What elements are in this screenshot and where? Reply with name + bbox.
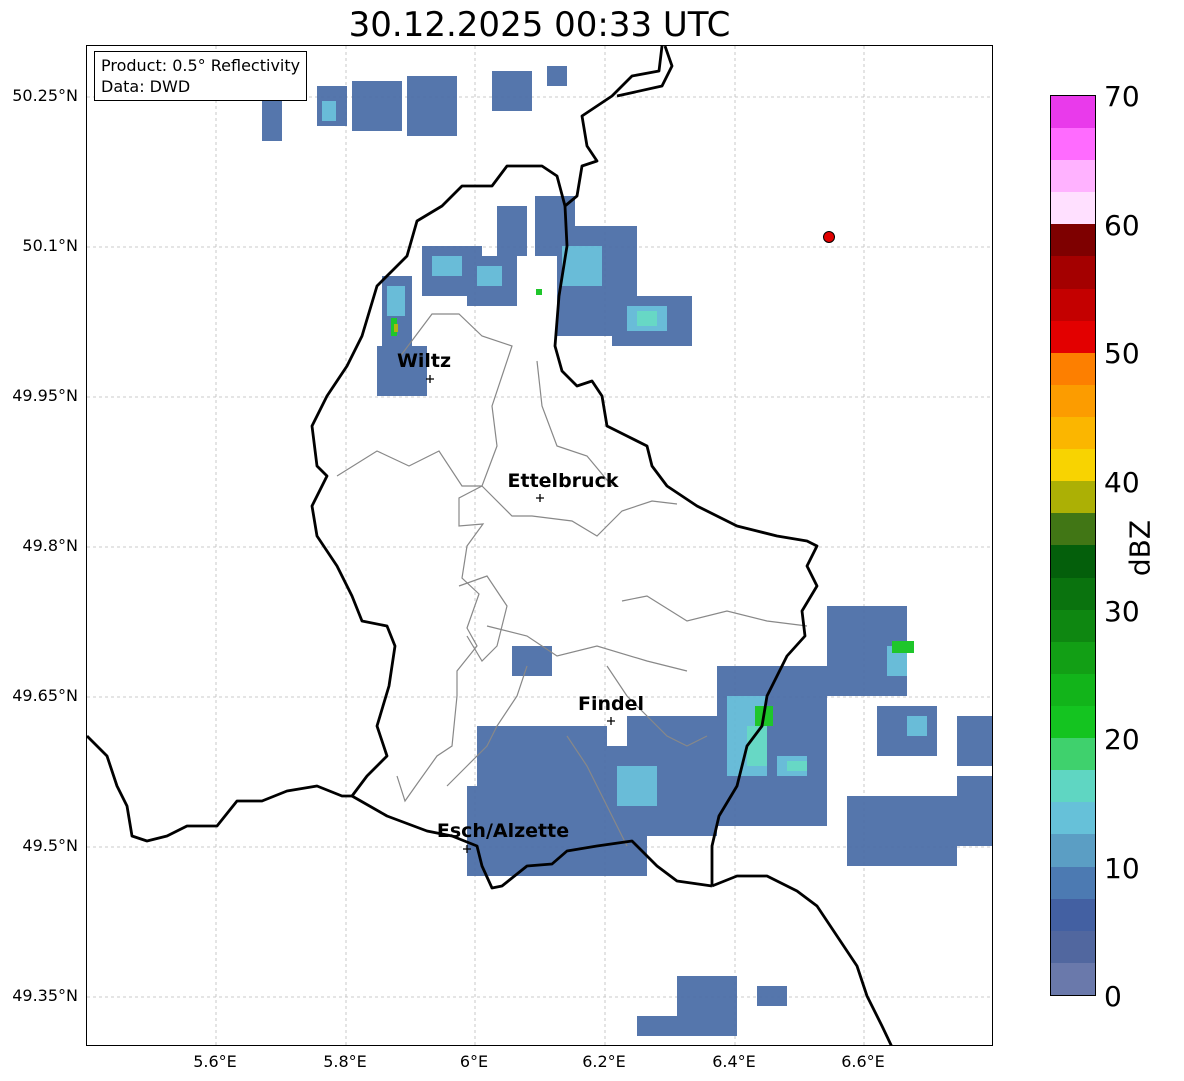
- colorbar-tick-70: 70: [1104, 80, 1140, 113]
- colorbar-segment-17: [1051, 417, 1095, 450]
- colorbar-segment-19: [1051, 352, 1095, 385]
- lat-label-2: 50.1°N: [22, 236, 78, 255]
- colorbar-segment-3: [1051, 866, 1095, 899]
- lat-label-1: 50.25°N: [12, 86, 78, 105]
- lat-label-4: 49.8°N: [22, 536, 78, 555]
- colorbar-unit-label: dBZ: [1123, 519, 1157, 577]
- city-label-wiltz: Wiltz: [396, 350, 452, 372]
- lat-label-7: 49.35°N: [12, 986, 78, 1005]
- lat-label-3: 49.95°N: [12, 386, 78, 405]
- lon-label-3: 6°E: [459, 1052, 489, 1071]
- colorbar-segment-15: [1051, 481, 1095, 514]
- colorbar-segment-13: [1051, 545, 1095, 578]
- colorbar-segment-14: [1051, 513, 1095, 546]
- colorbar-segment-26: [1051, 128, 1095, 161]
- colorbar-tick-40: 40: [1104, 466, 1140, 499]
- colorbar-segment-24: [1051, 192, 1095, 225]
- city-label-esch-alzette: Esch/Alzette: [436, 820, 570, 842]
- city-label-findel: Findel: [577, 693, 645, 715]
- radar-site-marker: [823, 231, 835, 243]
- lon-label-1: 5.6°E: [193, 1052, 237, 1071]
- colorbar-segment-7: [1051, 738, 1095, 771]
- colorbar-tick-30: 30: [1104, 595, 1140, 628]
- colorbar-segment-22: [1051, 256, 1095, 289]
- radar-echoes: [262, 66, 992, 1036]
- colorbar-segment-8: [1051, 706, 1095, 739]
- colorbar: [1050, 95, 1096, 996]
- colorbar-tick-0: 0: [1104, 980, 1122, 1013]
- colorbar-tick-10: 10: [1104, 852, 1140, 885]
- colorbar-segment-11: [1051, 609, 1095, 642]
- colorbar-segment-0: [1051, 962, 1095, 995]
- lon-label-4: 6.2°E: [582, 1052, 626, 1071]
- national-borders: [87, 46, 893, 1045]
- product-label: Product: 0.5° Reflectivity: [101, 56, 301, 75]
- colorbar-segment-18: [1051, 384, 1095, 418]
- radar-map[interactable]: [86, 45, 993, 1046]
- colorbar-segment-20: [1051, 320, 1095, 353]
- colorbar-segment-10: [1051, 641, 1095, 674]
- colorbar-segment-2: [1051, 898, 1095, 931]
- map-title: 30.12.2025 00:33 UTC: [348, 5, 731, 45]
- colorbar-segment-21: [1051, 288, 1095, 321]
- colorbar-segment-1: [1051, 930, 1095, 963]
- colorbar-segment-27: [1051, 95, 1095, 129]
- colorbar-segment-9: [1051, 673, 1095, 707]
- colorbar-tick-60: 60: [1104, 209, 1140, 242]
- colorbar-segment-6: [1051, 770, 1095, 803]
- map-canvas: [87, 46, 992, 1045]
- city-label-ettelbruck: Ettelbruck: [507, 470, 619, 492]
- colorbar-segment-12: [1051, 577, 1095, 610]
- lon-label-6: 6.6°E: [841, 1052, 885, 1071]
- lon-label-2: 5.8°E: [323, 1052, 367, 1071]
- product-info-box: Product: 0.5° Reflectivity Data: DWD: [94, 51, 308, 101]
- lon-label-5: 6.4°E: [712, 1052, 756, 1071]
- lat-label-6: 49.5°N: [22, 836, 78, 855]
- colorbar-segment-16: [1051, 449, 1095, 482]
- colorbar-segment-4: [1051, 834, 1095, 867]
- lat-label-5: 49.65°N: [12, 686, 78, 705]
- colorbar-tick-50: 50: [1104, 337, 1140, 370]
- colorbar-segment-5: [1051, 802, 1095, 835]
- colorbar-tick-20: 20: [1104, 723, 1140, 756]
- data-source-label: Data: DWD: [101, 77, 191, 96]
- colorbar-segment-23: [1051, 224, 1095, 257]
- colorbar-segment-25: [1051, 160, 1095, 193]
